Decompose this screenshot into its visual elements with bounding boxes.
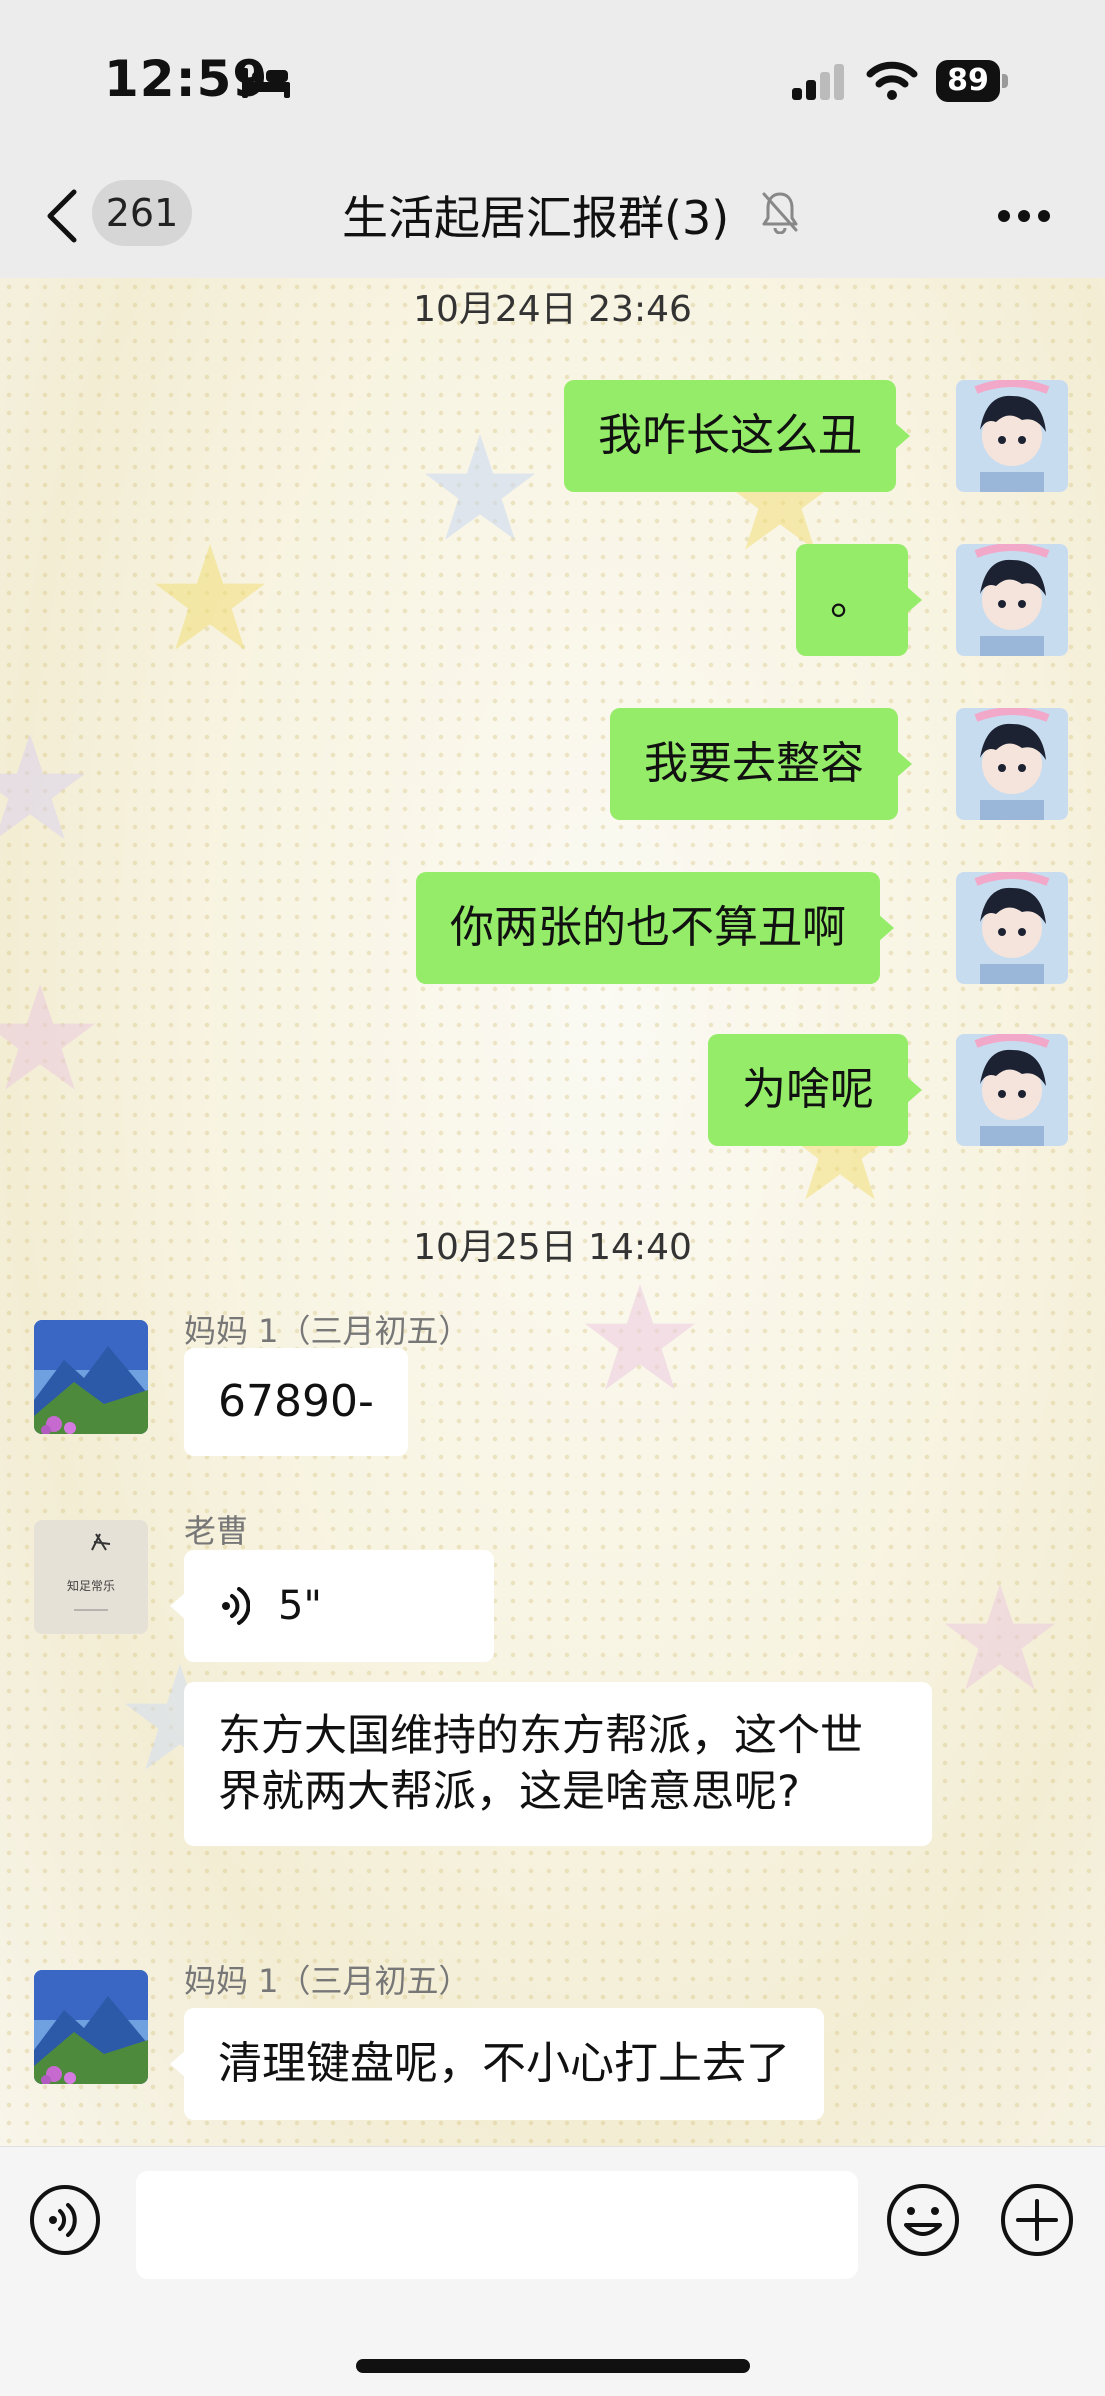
self-avatar[interactable]: [956, 544, 1068, 656]
status-bar: 12:59 89: [0, 0, 1105, 160]
back-arrow-icon[interactable]: [44, 188, 80, 244]
self-avatar[interactable]: [956, 708, 1068, 820]
sent-message-bubble[interactable]: 。: [796, 544, 922, 656]
mute-bell-icon: [762, 192, 798, 234]
message-timestamp: 10月25日 14:40: [413, 1227, 692, 1268]
mom-avatar[interactable]: [34, 1320, 148, 1434]
laocao-avatar-text: 知足常乐: [67, 1579, 115, 1593]
message-input-bar: [0, 2146, 1105, 2396]
unread-count-badge[interactable]: 261: [92, 180, 192, 246]
chat-title[interactable]: 生活起居汇报群(3): [342, 182, 729, 248]
voice-duration: 5": [278, 1583, 322, 1629]
sender-name: 妈妈 1（三月初五）: [184, 1962, 471, 2000]
home-indicator[interactable]: [356, 2359, 750, 2373]
battery-tip: [1002, 74, 1008, 88]
sent-message-bubble[interactable]: 你两张的也不算丑啊: [416, 872, 894, 984]
background-star-icon: [424, 434, 536, 540]
background-star-icon: [154, 544, 266, 650]
sent-message-bubble[interactable]: 我咋长这么丑: [564, 380, 910, 492]
sender-name: 妈妈 1（三月初五）: [184, 1312, 471, 1350]
background-star-icon: [0, 984, 96, 1090]
emoji-icon[interactable]: [884, 2181, 962, 2259]
sent-message-bubble[interactable]: 为啥呢: [708, 1034, 922, 1146]
self-avatar[interactable]: [956, 1034, 1068, 1146]
background-star-icon: [584, 1284, 696, 1390]
voice-message-bubble[interactable]: 5": [170, 1550, 494, 1662]
plus-more-icon[interactable]: [998, 2181, 1076, 2259]
chat-header: 261 生活起居汇报群(3): [0, 160, 1105, 278]
laocao-avatar[interactable]: 知足常乐: [34, 1520, 148, 1634]
cellular-signal-icon: [792, 64, 844, 100]
background-star-icon: [0, 734, 86, 840]
chat-message-area[interactable]: 10月24日 23:46 我咋长这么丑 。 我要去整容 你两张的也不算丑啊 为啥…: [0, 278, 1105, 2146]
self-avatar[interactable]: [956, 872, 1068, 984]
battery-indicator: 89: [936, 60, 1008, 102]
self-avatar[interactable]: [956, 380, 1068, 492]
message-text-input[interactable]: [136, 2171, 858, 2279]
received-message-bubble[interactable]: 清理键盘呢，不小心打上去了: [170, 2008, 824, 2120]
received-message-bubble[interactable]: 东方大国维持的东方帮派，这个世界就两大帮派，这是啥意思呢?: [184, 1682, 932, 1846]
background-star-icon: [944, 1584, 1056, 1690]
more-options-icon[interactable]: [996, 208, 1052, 224]
voice-wave-icon: [222, 1587, 250, 1625]
battery-level: 89: [936, 60, 1000, 102]
sender-name: 老曹: [184, 1512, 249, 1550]
voice-input-toggle-icon[interactable]: [28, 2183, 102, 2257]
mom-avatar[interactable]: [34, 1970, 148, 2084]
message-timestamp: 10月24日 23:46: [413, 289, 692, 330]
received-message-bubble[interactable]: 67890-: [184, 1348, 408, 1456]
wifi-icon: [866, 61, 918, 100]
sleep-focus-icon: [242, 68, 290, 98]
sent-message-bubble[interactable]: 我要去整容: [610, 708, 912, 820]
